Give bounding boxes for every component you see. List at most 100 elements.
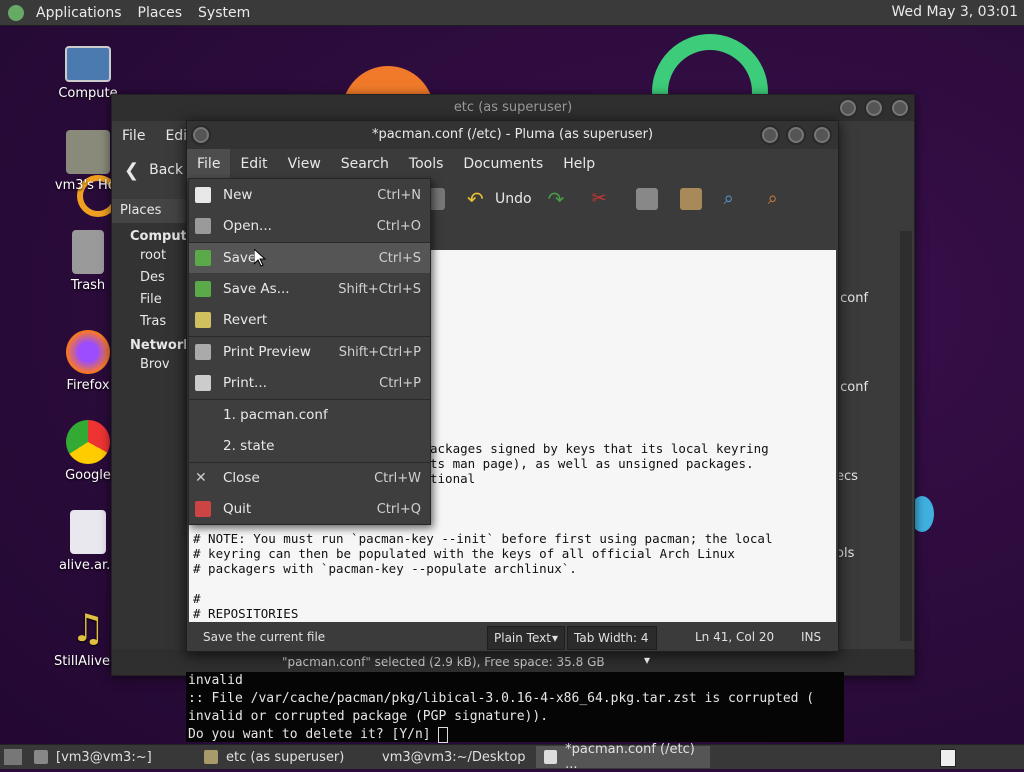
copy-icon <box>635 188 658 210</box>
show-desktop-icon[interactable] <box>4 749 22 765</box>
replace-button[interactable]: ⌕ <box>768 188 796 210</box>
editor-title: *pacman.conf (/etc) - Pluma (as superuse… <box>187 121 838 149</box>
back-arrow-icon[interactable]: ❮ <box>124 160 139 181</box>
editor-line: # <box>193 591 201 606</box>
task-terminal-desktop[interactable]: vm3@vm3:~/Desktop <box>366 746 532 768</box>
undo-button[interactable]: ↶ Undo <box>467 188 532 210</box>
find-button[interactable]: ⌕ <box>724 188 752 210</box>
editor-line: ts man page), as well as unsigned packag… <box>430 456 754 471</box>
menu-search[interactable]: Search <box>331 149 399 179</box>
menu-documents[interactable]: Documents <box>453 149 553 179</box>
save-as-icon <box>195 281 211 297</box>
menu-item-revert[interactable]: Revert <box>189 305 430 335</box>
clipboard-icon <box>679 188 702 210</box>
archive-file-icon <box>70 510 106 554</box>
scissors-icon: ✂ <box>591 188 607 209</box>
sidebar-item-desktop[interactable]: Des <box>112 266 188 288</box>
trash-icon <box>72 230 104 274</box>
maximize-button[interactable] <box>786 125 806 145</box>
editor-menubar: File Edit View Search Tools Documents He… <box>187 149 838 179</box>
dropdown-arrow-icon: ▾ <box>643 653 650 667</box>
sidebar-item-filesystem[interactable]: File <box>112 288 188 310</box>
tab-width-dropdown[interactable]: Tab Width: 4 ▾ <box>567 626 657 667</box>
caja-menu-file[interactable]: File <box>112 128 155 144</box>
menu-edit[interactable]: Edit <box>230 149 277 179</box>
menu-view[interactable]: View <box>278 149 331 179</box>
network-group: Network <box>130 338 192 353</box>
minimize-button[interactable] <box>760 125 780 145</box>
copy-button[interactable] <box>635 188 664 210</box>
terminal-line: invalid or corrupted package (PGP signat… <box>188 709 549 724</box>
menu-item-recent-2[interactable]: 2. state <box>189 431 430 461</box>
terminal-window[interactable]: invalid :: File /var/cache/pacman/pkg/li… <box>186 672 844 744</box>
menu-item-save[interactable]: Save Ctrl+S <box>189 243 430 273</box>
home-folder-icon <box>66 130 110 174</box>
music-file-icon: ♫ <box>70 606 106 650</box>
sidebar-item-trash[interactable]: Tras <box>112 310 188 332</box>
close-window-button[interactable] <box>812 125 832 145</box>
find-replace-icon: ⌕ <box>767 188 778 209</box>
menu-item-quit[interactable]: Quit Ctrl+Q <box>189 494 430 524</box>
places-menu[interactable]: Places <box>130 5 191 21</box>
workspace-switcher[interactable] <box>940 749 956 767</box>
print-toolbar-button[interactable] <box>429 188 451 210</box>
redo-icon: ↷ <box>547 187 565 211</box>
magnifier-icon: ⌕ <box>723 188 734 209</box>
editor-line: # packagers with `pacman-key --populate … <box>193 561 577 576</box>
terminal-line: :: File /var/cache/pacman/pkg/libical-3.… <box>188 691 815 706</box>
file-item[interactable]: ecs <box>836 469 858 484</box>
syntax-dropdown[interactable]: Plain Text ▾ <box>487 626 565 650</box>
menu-item-close[interactable]: ✕ Close Ctrl+W <box>189 463 430 493</box>
editor-line: # NOTE: You must run `pacman-key --init`… <box>193 531 773 546</box>
status-message: Save the current file <box>203 630 326 644</box>
dropdown-arrow-icon: ▾ <box>551 631 558 645</box>
applications-menu[interactable]: Applications <box>28 5 130 21</box>
redo-button[interactable]: ↷ <box>548 188 576 210</box>
mate-logo-icon[interactable] <box>8 4 24 21</box>
sidebar-item-browse-network[interactable]: Brov <box>112 353 188 375</box>
file-item[interactable]: .conf <box>836 380 868 395</box>
file-list: .conf .conf ecs ols <box>836 225 914 645</box>
menu-item-print[interactable]: Print... Ctrl+P <box>189 368 430 398</box>
file-list-scrollbar[interactable] <box>900 231 912 641</box>
system-menu[interactable]: System <box>190 5 258 21</box>
print-preview-icon <box>195 344 211 360</box>
task-terminal-home[interactable]: [vm3@vm3:~] <box>26 746 192 768</box>
computer-icon <box>65 46 111 82</box>
back-button[interactable]: Back <box>149 162 183 178</box>
window-menu-button[interactable] <box>191 125 211 145</box>
places-header[interactable]: Places <box>112 199 188 223</box>
terminal-icon <box>34 750 48 764</box>
new-document-icon <box>195 187 211 203</box>
paste-button[interactable] <box>679 188 708 210</box>
desktop-icon-computer[interactable]: Compute <box>46 46 130 101</box>
chrome-icon <box>66 420 110 464</box>
menu-item-save-as[interactable]: Save As... Shift+Ctrl+S <box>189 274 430 304</box>
file-item[interactable]: .conf <box>836 291 868 306</box>
menu-item-print-preview[interactable]: Print Preview Shift+Ctrl+P <box>189 337 430 367</box>
cursor-position: Ln 41, Col 20 <box>695 630 775 644</box>
close-window-button[interactable] <box>890 98 910 118</box>
terminal-line: invalid <box>188 673 243 688</box>
menu-file[interactable]: File <box>187 149 231 179</box>
sidebar-item-root[interactable]: root <box>112 244 188 266</box>
quit-icon <box>195 501 211 517</box>
terminal-prompt-line: Do you want to delete it? [Y/n] <box>186 726 844 744</box>
folder-icon <box>204 750 218 764</box>
mouse-pointer-icon <box>254 249 266 267</box>
minimize-button[interactable] <box>838 98 858 118</box>
menu-help[interactable]: Help <box>553 149 605 179</box>
menu-item-open[interactable]: Open... Ctrl+O <box>189 211 430 241</box>
task-text-editor[interactable]: *pacman.conf (/etc) ... <box>536 742 710 772</box>
menu-tools[interactable]: Tools <box>399 149 454 179</box>
menu-item-recent-1[interactable]: 1. pacman.conf <box>189 400 430 430</box>
clock[interactable]: Wed May 3, 03:01 <box>891 4 1018 20</box>
maximize-button[interactable] <box>864 98 884 118</box>
insert-mode: INS <box>801 630 822 644</box>
cut-button[interactable]: ✂ <box>592 188 620 210</box>
text-editor-icon <box>544 750 558 764</box>
menu-item-new[interactable]: New Ctrl+N <box>189 180 430 210</box>
file-menu-dropdown: New Ctrl+N Open... Ctrl+O Save Ctrl+S Save … <box>188 178 431 525</box>
file-manager-title: etc (as superuser) <box>112 95 914 121</box>
task-file-manager[interactable]: etc (as superuser) <box>196 746 362 768</box>
